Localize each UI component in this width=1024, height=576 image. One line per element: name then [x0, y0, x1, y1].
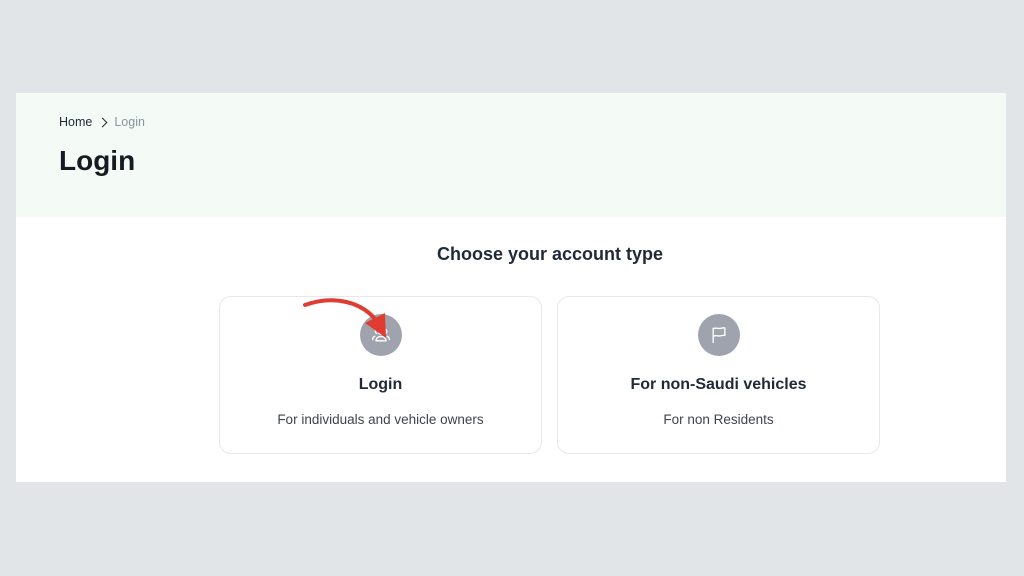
breadcrumb-home-link[interactable]: Home — [59, 115, 92, 129]
breadcrumb-current: Login — [114, 115, 145, 129]
annotation-arrow-icon — [303, 298, 386, 338]
chevron-right-icon — [97, 117, 108, 127]
flag-icon — [698, 314, 740, 356]
login-card-description: For individuals and vehicle owners — [277, 412, 484, 427]
page-header: Home Login Login — [16, 93, 1006, 217]
section-title: Choose your account type — [436, 244, 664, 264]
login-card-title: Login — [358, 376, 403, 393]
non-saudi-card-description: For non Residents — [663, 412, 774, 427]
page-title: Login — [59, 145, 136, 176]
non-saudi-vehicles-card[interactable]: For non-Saudi vehicles For non Residents — [557, 296, 880, 454]
page-container: Home Login Login Choose your account typ… — [16, 93, 1006, 482]
non-saudi-card-title: For non-Saudi vehicles — [630, 376, 807, 393]
breadcrumb: Home Login — [59, 115, 145, 129]
